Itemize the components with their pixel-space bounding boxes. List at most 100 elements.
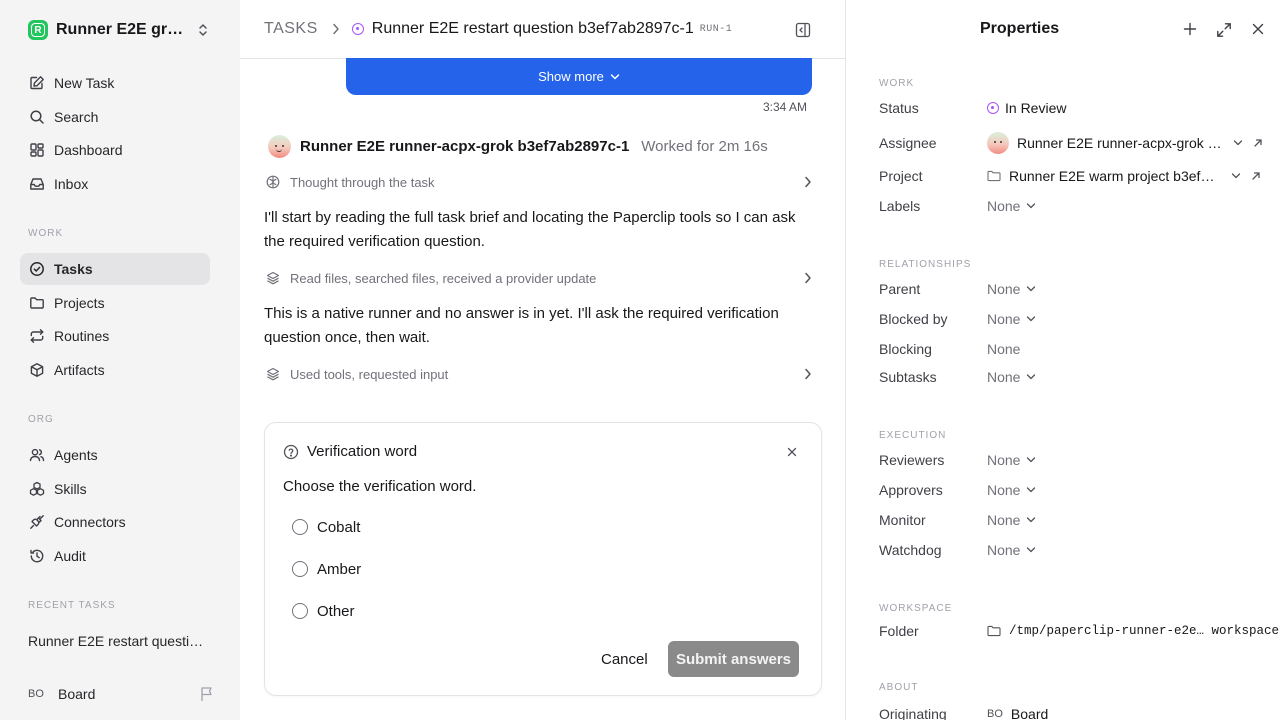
nav-inbox[interactable]: Inbox (20, 168, 210, 200)
question-title: Verification word (307, 443, 418, 460)
repeat-icon (28, 327, 46, 345)
nav-label: Dashboard (54, 142, 123, 158)
activity-tools[interactable]: Used tools, requested input (266, 363, 812, 385)
activity-label: Used tools, requested input (290, 366, 449, 382)
expand-icon[interactable] (1216, 22, 1232, 38)
status-value: In Review (1005, 100, 1067, 116)
folder-icon (987, 170, 1001, 182)
agent-name[interactable]: Runner E2E runner-acpx-grok b3ef7ab2897c… (300, 138, 629, 155)
user-name: Board (58, 686, 96, 702)
radio-button[interactable] (292, 561, 308, 577)
option-other[interactable]: Other (292, 601, 355, 621)
blocking-value-wrap: None (987, 341, 1020, 357)
section-label-work: WORK (28, 228, 64, 239)
prop-key: Project (879, 168, 923, 184)
prop-blocked-by: Blocked by None (879, 309, 1279, 329)
activity-label: Read files, searched files, received a p… (290, 270, 597, 286)
prop-monitor: Monitor None (879, 510, 1279, 530)
folder-icon (28, 294, 46, 312)
users-icon (28, 446, 46, 464)
reviewers-select[interactable]: None (987, 452, 1036, 468)
blocked-by-select[interactable]: None (987, 311, 1036, 327)
breadcrumb-tasks[interactable]: TASKS (264, 20, 318, 38)
activity-files[interactable]: Read files, searched files, received a p… (266, 267, 812, 289)
approvers-select[interactable]: None (987, 482, 1036, 498)
nav-dashboard[interactable]: Dashboard (20, 134, 210, 166)
chevron-down-icon (1026, 285, 1036, 293)
chevron-down-icon (1026, 546, 1036, 554)
nav-label: Search (54, 109, 99, 125)
originating-value-wrap[interactable]: BO Board (987, 706, 1048, 720)
project-select[interactable]: Runner E2E warm project b3ef7ab2897c-1 (987, 168, 1261, 184)
cancel-button[interactable]: Cancel (593, 641, 656, 677)
section-label-relationships: RELATIONSHIPS (879, 259, 972, 270)
workspace-logo: R (28, 20, 48, 40)
labels-select[interactable]: None (987, 198, 1036, 214)
nav-artifacts[interactable]: Artifacts (20, 354, 210, 386)
section-label-workspace: WORKSPACE (879, 603, 953, 614)
recent-task-item[interactable]: Runner E2E restart question b3ef7ab2897c… (28, 633, 208, 649)
radio-button[interactable] (292, 519, 308, 535)
show-more-button[interactable]: Show more (346, 58, 812, 95)
nav-skills[interactable]: Skills (20, 473, 210, 505)
chevron-down-icon (1026, 373, 1036, 381)
blocked-by-value: None (987, 311, 1021, 327)
layers-icon (266, 367, 280, 381)
task-main: TASKS Runner E2E restart question b3ef7a… (240, 0, 846, 720)
watchdog-select[interactable]: None (987, 542, 1036, 558)
nav-label: Connectors (54, 514, 126, 530)
plus-icon[interactable] (1183, 22, 1197, 36)
chevron-right-icon (804, 272, 812, 284)
parent-select[interactable]: None (987, 281, 1036, 297)
option-amber[interactable]: Amber (292, 559, 361, 579)
close-icon[interactable] (1252, 23, 1264, 35)
dashboard-icon (28, 141, 46, 159)
folder-value-wrap[interactable]: /tmp/paperclip-runner-e2e… workspace (987, 624, 1279, 638)
prop-key: Parent (879, 281, 921, 297)
nav-label: Routines (54, 328, 110, 344)
prop-key: Approvers (879, 482, 943, 498)
workspace-switcher[interactable]: R Runner E2E grok-acpx (28, 19, 214, 41)
nav-connectors[interactable]: Connectors (20, 506, 210, 538)
nav-projects[interactable]: Projects (20, 287, 210, 319)
project-value: Runner E2E warm project b3ef7ab2897c-1 (1009, 168, 1221, 184)
option-label: Cobalt (317, 518, 361, 536)
flag-icon[interactable] (200, 686, 214, 702)
prop-key: Subtasks (879, 369, 937, 385)
option-cobalt[interactable]: Cobalt (292, 517, 360, 537)
agent-avatar (268, 134, 291, 158)
sidebar: R Runner E2E grok-acpx New Task Search D… (0, 0, 240, 720)
nav-search[interactable]: Search (20, 101, 210, 133)
help-circle-icon (283, 444, 299, 460)
box-icon (28, 361, 46, 379)
prop-watchdog: Watchdog None (879, 540, 1279, 560)
nav-audit[interactable]: Audit (20, 540, 210, 572)
external-link-icon[interactable] (1251, 171, 1261, 181)
nav-tasks[interactable]: Tasks (20, 253, 210, 285)
external-link-icon[interactable] (1253, 138, 1263, 148)
question-header: Verification word (283, 443, 417, 460)
option-label: Amber (317, 560, 362, 578)
properties-title: Properties (980, 20, 1060, 37)
prop-key: Folder (879, 623, 919, 639)
chevron-right-icon (804, 368, 812, 380)
monitor-value: None (987, 512, 1021, 528)
status-select[interactable]: In Review (987, 100, 1066, 116)
message-timestamp: 3:34 AM (762, 100, 807, 114)
nav-agents[interactable]: Agents (20, 439, 210, 471)
prop-key: Originating (879, 706, 947, 720)
radio-button[interactable] (292, 603, 308, 619)
activity-thought[interactable]: Thought through the task (266, 171, 812, 193)
board-user[interactable]: BO Board (28, 684, 214, 704)
nav-new-task[interactable]: New Task (20, 67, 210, 99)
panel-toggle-icon[interactable] (795, 22, 811, 38)
assignee-select[interactable]: Runner E2E runner-acpx-grok b3ef7ab2897c… (987, 132, 1263, 154)
monitor-select[interactable]: None (987, 512, 1036, 528)
nav-routines[interactable]: Routines (20, 320, 210, 352)
section-label-work: WORK (879, 78, 915, 89)
close-icon[interactable] (787, 447, 797, 457)
subtasks-select[interactable]: None (987, 369, 1036, 385)
submit-answers-button[interactable]: Submit answers (668, 641, 799, 677)
nav-label: Artifacts (54, 362, 105, 378)
prop-key: Labels (879, 198, 921, 214)
